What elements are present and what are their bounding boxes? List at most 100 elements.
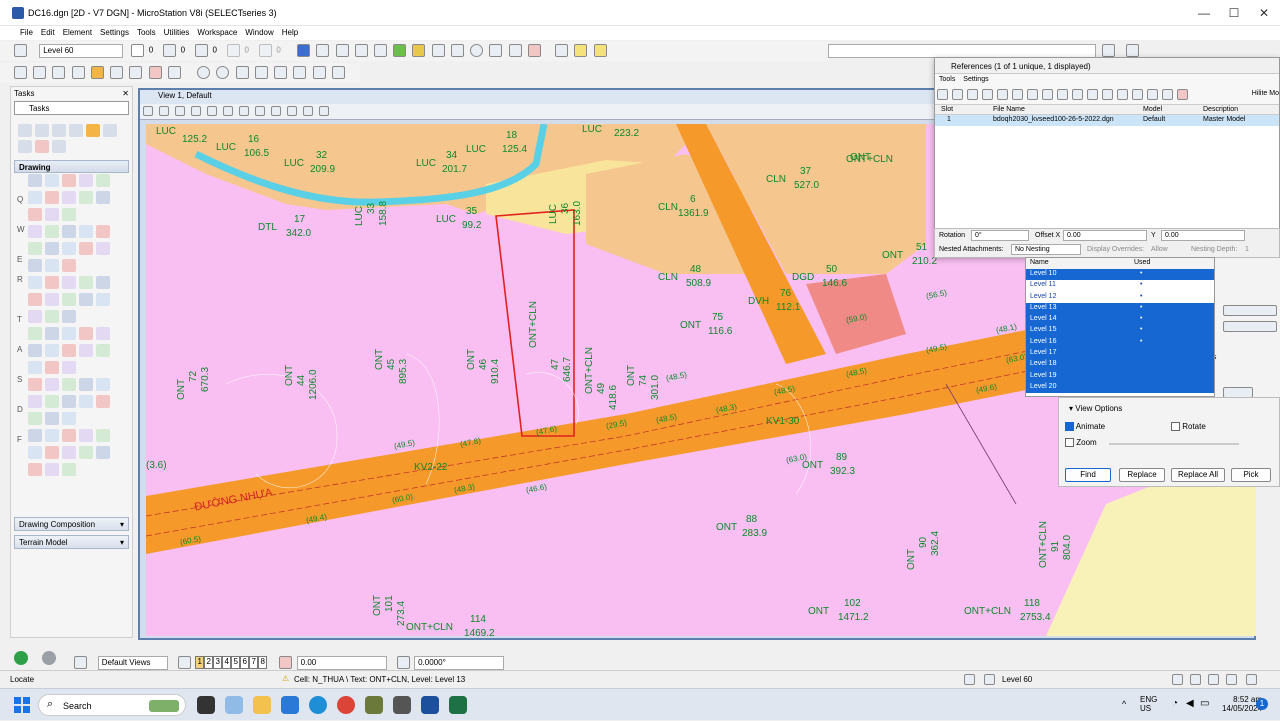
menu-window[interactable]: Window [245,26,273,40]
menu-file[interactable]: File [20,26,33,40]
drawing-tool-icon[interactable] [79,293,93,306]
drawing-tool-icon[interactable] [28,378,42,391]
reload-icon[interactable] [967,89,978,100]
level-row[interactable]: Level 14 • [1026,314,1214,326]
drawing-tool-icon[interactable] [45,259,59,272]
overrides-value[interactable]: Allow [1151,246,1168,253]
drawing-tool-icon[interactable] [28,276,42,289]
measure-icon[interactable] [431,44,445,57]
select-tool-icon[interactable] [18,124,32,137]
drawing-tool-icon[interactable] [96,191,110,204]
view-options-label[interactable]: ▾ View Options [1069,404,1122,413]
fence-icon[interactable] [316,44,330,57]
drawing-tool-icon[interactable] [45,208,59,221]
drawing-tool-icon[interactable] [28,242,42,255]
menu-edit[interactable]: Edit [41,26,55,40]
group-tool-icon[interactable] [18,140,32,153]
measure-distance-icon[interactable] [167,66,181,79]
col-slot[interactable]: Slot [941,106,953,113]
drawing-tool-icon[interactable] [28,174,42,187]
views-dropdown[interactable]: Default Views [97,655,168,670]
drawing-tool-icon[interactable] [28,208,42,221]
rotate-view-icon[interactable] [255,106,265,116]
drawing-tool-icon[interactable] [28,259,42,272]
drawing-tool-icon[interactable] [28,412,42,425]
windows-start-icon[interactable] [14,697,30,713]
level-row[interactable]: Level 18 [1026,359,1214,371]
level-row[interactable]: Level 20 [1026,381,1214,394]
drawing-tool-icon[interactable] [79,225,93,238]
close-button[interactable]: ✕ [1250,4,1278,22]
drawing-tool-icon[interactable] [96,293,110,306]
drawing-tool-icon[interactable] [96,242,110,255]
level-row[interactable]: Level 17 [1026,348,1214,360]
level-row[interactable]: Level 10 • [1026,269,1214,281]
search-box[interactable]: ⌕ Search [38,694,186,716]
drawing-tool-icon[interactable] [45,276,59,289]
close-panel-icon[interactable]: ✕ [122,89,129,98]
rotation-field[interactable]: 0° [971,230,1029,241]
tentative-icon[interactable] [279,656,293,670]
drawing-tool-icon[interactable] [79,395,93,408]
drawing-tool-icon[interactable] [62,344,76,357]
mirror-v-icon[interactable] [1057,89,1068,100]
table-icon[interactable] [489,44,503,57]
select-box-icon[interactable] [33,66,47,79]
drawing-tool-icon[interactable] [62,327,76,340]
drawing-tool-icon[interactable] [96,395,110,408]
color-value[interactable]: 0 [149,46,153,55]
transparency-value[interactable]: 0 [244,46,248,55]
group-icon[interactable] [110,66,124,79]
view-attributes-icon[interactable] [143,106,153,116]
drawing-tool-icon[interactable] [45,378,59,391]
app-icon[interactable] [365,696,383,714]
widgets-icon[interactable] [225,696,243,714]
drawing-tool-icon[interactable] [62,361,76,374]
delete-tool-icon[interactable] [35,140,49,153]
hilite-mode-label[interactable]: Hilite Mo [1252,90,1279,97]
ellipse-icon[interactable] [216,66,230,79]
drawing-tool-icon[interactable] [45,242,59,255]
update-view-icon[interactable] [175,106,185,116]
pan-view-icon[interactable] [271,106,281,116]
drawing-tool-icon[interactable] [62,191,76,204]
drawing-tool-icon[interactable] [96,446,110,459]
view-previous-icon[interactable] [287,106,297,116]
view-8-button[interactable]: 8 [258,656,268,670]
fence-place-icon[interactable] [52,66,66,79]
menu-tools[interactable]: Tools [137,26,156,40]
view-1-button[interactable]: 1 [195,656,205,670]
drawing-tool-icon[interactable] [45,327,59,340]
drawing-tool-icon[interactable] [45,429,59,442]
drawing-tool-icon[interactable] [96,429,110,442]
col-file-name[interactable]: File Name [993,106,1025,113]
side-field[interactable] [1223,305,1277,316]
globe-icon[interactable] [354,44,368,57]
priority-icon[interactable] [259,44,273,57]
level-manager-icon[interactable] [14,44,27,57]
edge-icon[interactable] [309,696,327,714]
arc-icon[interactable] [235,66,249,79]
detach-icon[interactable] [952,89,963,100]
fit-view-icon[interactable] [239,106,249,116]
col-model[interactable]: Model [1143,106,1162,113]
drawing-tool-icon[interactable] [79,276,93,289]
delete-element-icon[interactable] [148,66,162,79]
copy-icon[interactable] [335,44,349,57]
drawing-tool-icon[interactable] [62,276,76,289]
animate-checkbox[interactable]: Animate [1065,422,1105,432]
arc-6-icon[interactable] [331,66,345,79]
menu-workspace[interactable]: Workspace [197,26,237,40]
drawing-tool-icon[interactable] [62,412,76,425]
weight-value[interactable]: 0 [213,46,217,55]
replace-all-button[interactable]: Replace All [1171,468,1225,482]
clip-back-icon[interactable] [1132,89,1143,100]
references-settings-menu[interactable]: Settings [963,76,988,83]
snap-mode-icon[interactable] [964,674,975,685]
drawing-tool-icon[interactable] [45,412,59,425]
drawing-tool-icon[interactable] [28,191,42,204]
back-icon[interactable] [14,651,28,665]
drawing-tool-icon[interactable] [28,429,42,442]
drawing-tool-icon[interactable] [79,378,93,391]
drawing-tool-icon[interactable] [45,225,59,238]
